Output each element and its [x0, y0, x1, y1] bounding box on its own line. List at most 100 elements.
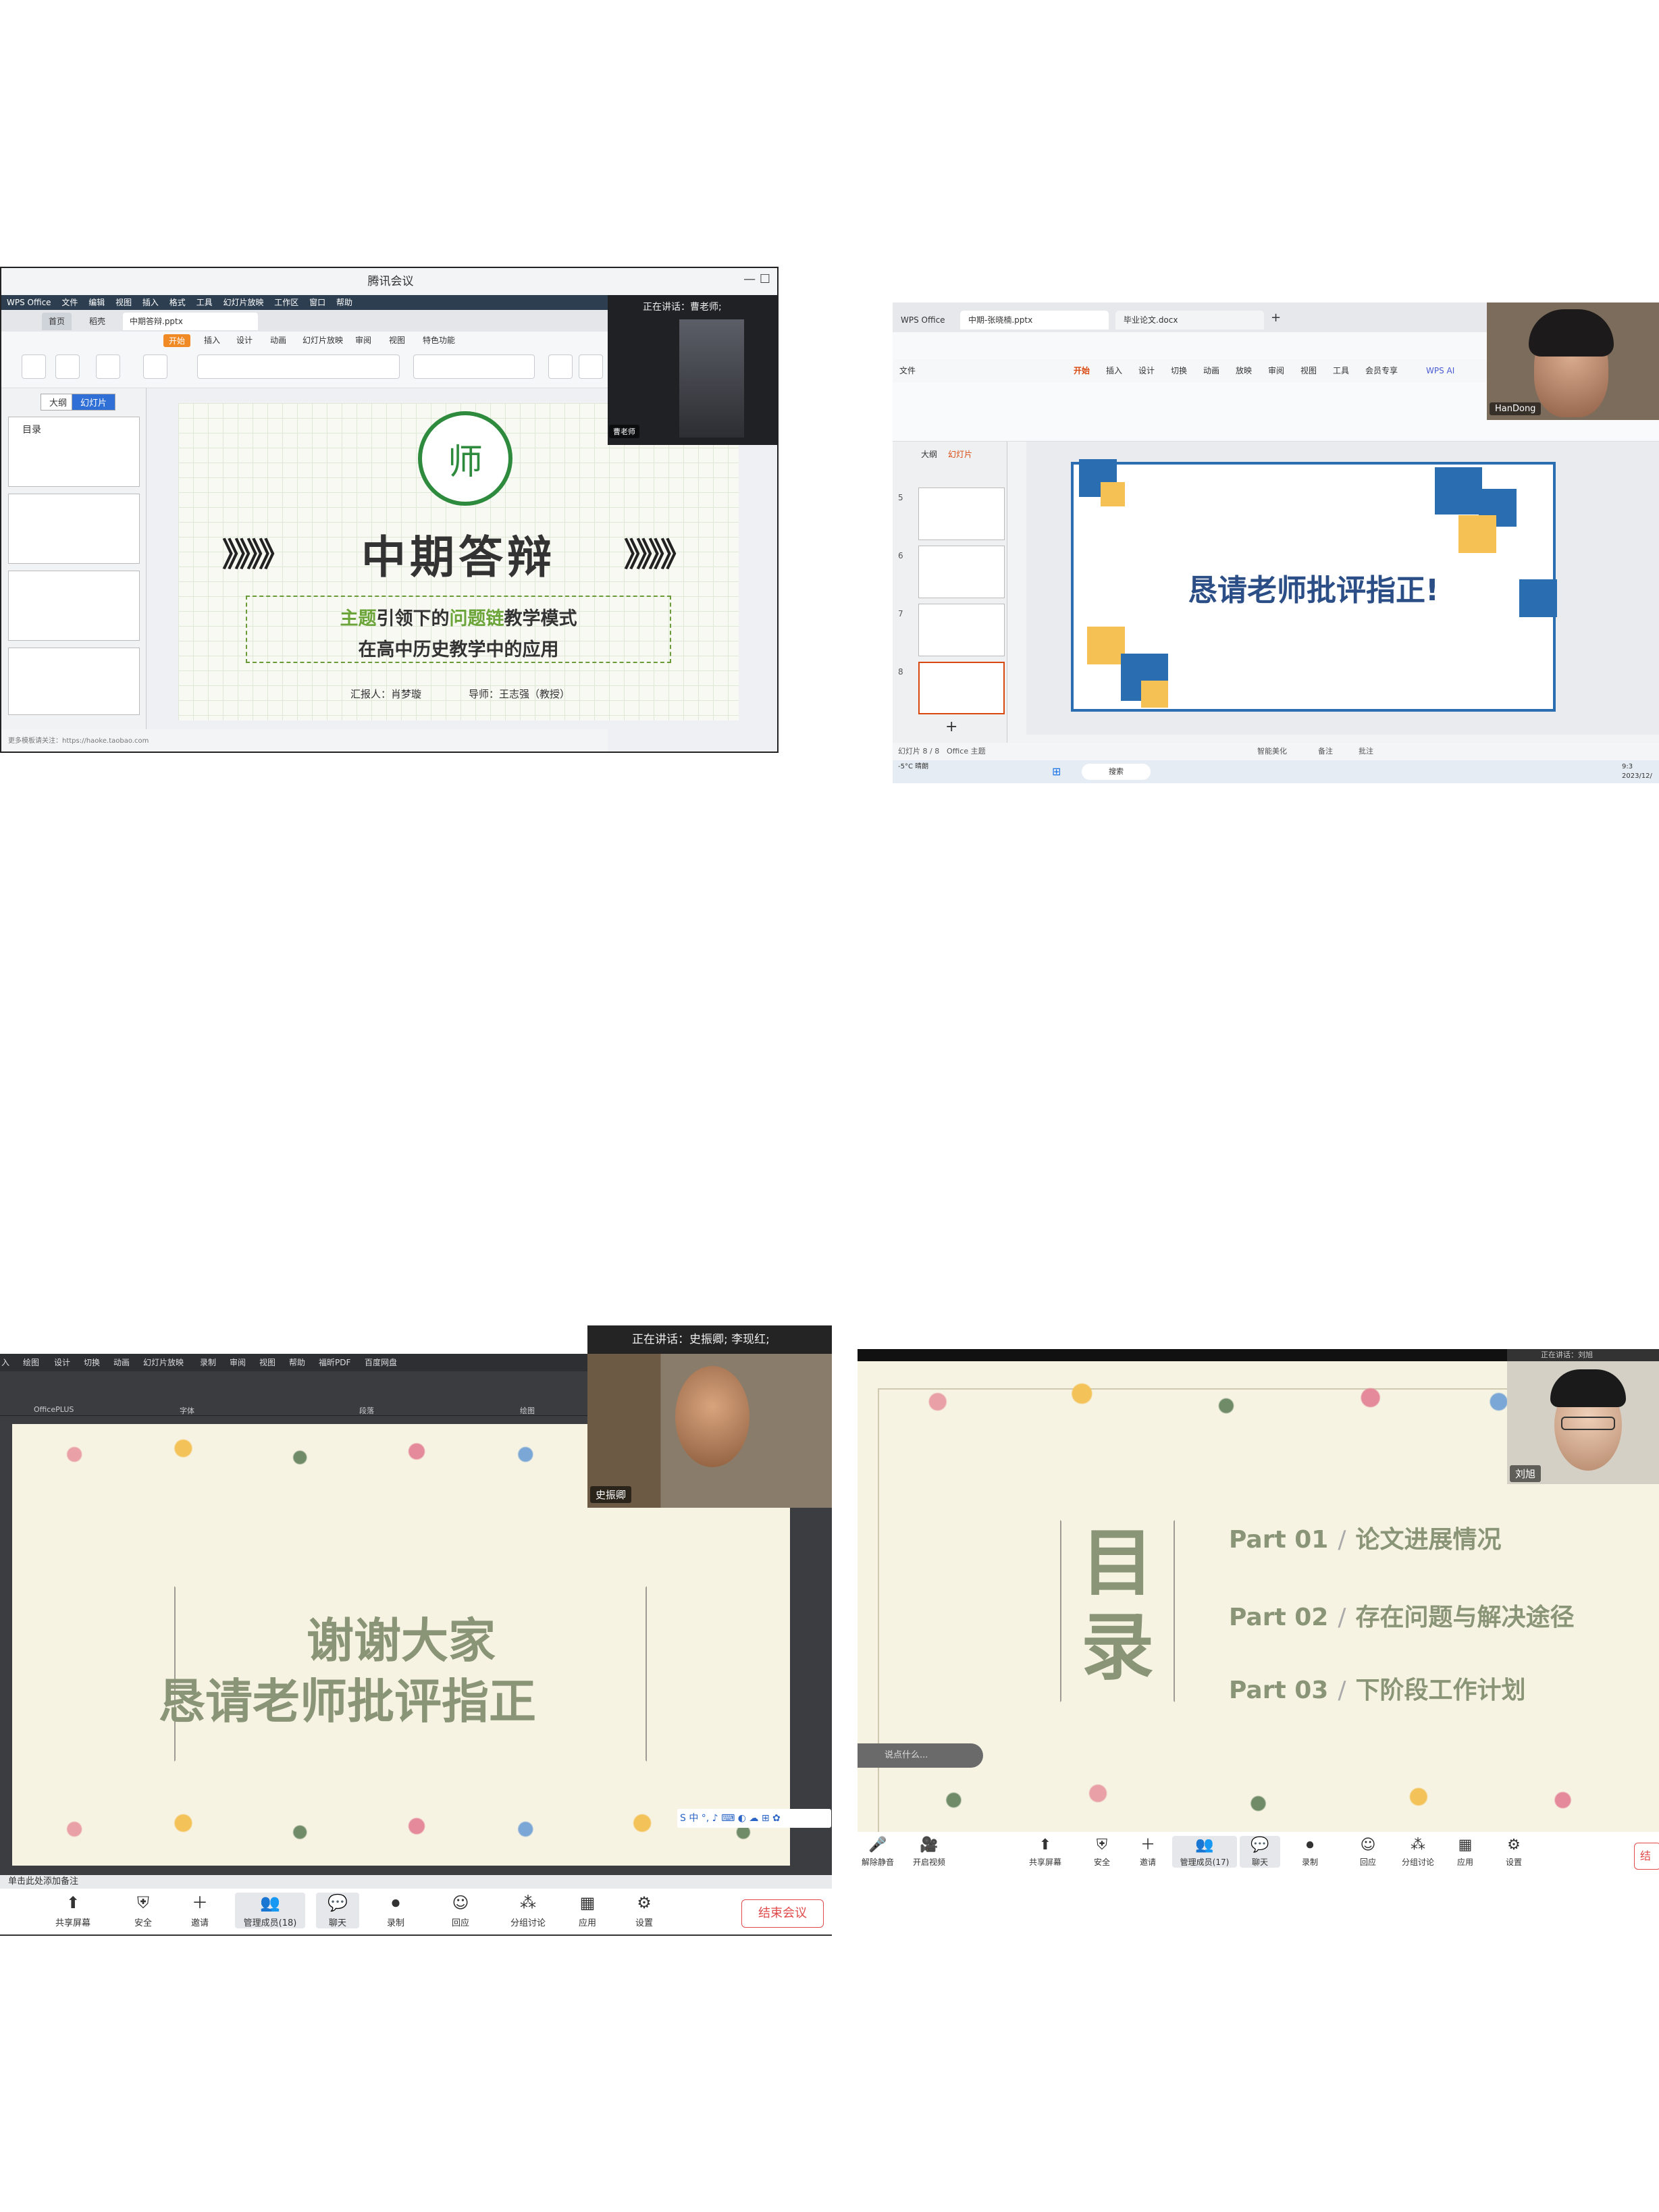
chat-button[interactable]: 💬 聊天	[1240, 1836, 1280, 1868]
font-controls[interactable]	[197, 354, 400, 379]
video-tile[interactable]: 正在讲话：刘旭 刘旭	[1507, 1349, 1659, 1484]
sidebar-tab-slides[interactable]: 幻灯片	[72, 394, 116, 411]
menu-item[interactable]: 工具	[1333, 359, 1349, 382]
window-controls[interactable]: — ☐	[743, 272, 770, 286]
menu-item[interactable]: 视图	[259, 1354, 275, 1371]
tab-document[interactable]: 中期答辩.pptx	[123, 313, 258, 330]
invite-button[interactable]: ＋ 邀请	[178, 1893, 221, 1928]
breakout-button[interactable]: ⁂ 分组讨论	[1398, 1836, 1438, 1868]
menu-item[interactable]: 绘图	[23, 1354, 39, 1371]
sidebar-tab-outline[interactable]: 大纲	[41, 394, 76, 411]
slide-canvas[interactable]: 师 》》》》 中期答辩 》》》》 主题引领下的问题链教学模式 在高中历史教学中的…	[178, 403, 739, 720]
video-tile[interactable]: 正在讲话：曹老师; 曹老师	[608, 295, 777, 445]
menu-item[interactable]: 幻灯片放映	[143, 1354, 184, 1371]
ribbon-tab-home[interactable]: 开始	[163, 334, 191, 347]
shape-icon[interactable]	[579, 354, 603, 379]
slide-canvas[interactable]: 恳请老师批评指正!	[1026, 442, 1659, 735]
menu-item[interactable]: 设计	[1138, 359, 1155, 382]
manage-members-button[interactable]: 👥 管理成员(18)	[235, 1893, 305, 1928]
apps-button[interactable]: ▦ 应用	[1445, 1836, 1485, 1868]
taskbar-search[interactable]: 搜索	[1082, 764, 1151, 780]
reaction-button[interactable]: ☺ 回应	[439, 1893, 482, 1928]
start-show-icon[interactable]	[96, 354, 120, 379]
tab-home[interactable]: 首页	[42, 313, 72, 330]
menu-item[interactable]: 窗口	[309, 298, 325, 307]
menu-item[interactable]: 入	[1, 1354, 9, 1371]
menu-item[interactable]: 会员专享	[1365, 359, 1398, 382]
menu-item[interactable]: 工具	[196, 298, 213, 307]
reaction-button[interactable]: ☺ 回应	[1348, 1836, 1388, 1868]
security-button[interactable]: ⛨ 安全	[122, 1893, 165, 1928]
notes-placeholder[interactable]: 单击此处添加备注	[0, 1875, 832, 1889]
ribbon-tab[interactable]: 插入	[204, 334, 220, 346]
menu-item[interactable]: 放映	[1236, 359, 1252, 382]
menu-item[interactable]: 格式	[169, 298, 186, 307]
breakout-button[interactable]: ⁂ 分组讨论	[506, 1893, 550, 1928]
menu-item[interactable]: 编辑	[88, 298, 105, 307]
menu-item[interactable]: 审阅	[230, 1354, 246, 1371]
ime-toolbar[interactable]: S 中 °, ♪ ⌨ ◐ ☁ ⊞ ✿	[677, 1809, 831, 1828]
ribbon-tab[interactable]: 动画	[270, 334, 286, 346]
add-slide-icon[interactable]: +	[945, 718, 957, 735]
menu-item[interactable]: 幻灯片放映	[223, 298, 263, 307]
invite-button[interactable]: ＋ 邀请	[1128, 1836, 1168, 1868]
settings-button[interactable]: ⚙ 设置	[623, 1893, 666, 1928]
menu-item[interactable]: 动画	[1203, 359, 1219, 382]
textbox-icon[interactable]	[548, 354, 573, 379]
format-painter-icon[interactable]	[55, 354, 80, 379]
menu-item[interactable]: WPS Office	[7, 298, 51, 307]
menu-item[interactable]: 动画	[113, 1354, 130, 1371]
tab-pptx[interactable]: 中期-张晓楠.pptx	[960, 311, 1109, 330]
menu-item[interactable]: 设计	[54, 1354, 70, 1371]
share-screen-button[interactable]: ⬆ 共享屏幕	[1025, 1836, 1065, 1868]
menu-item[interactable]: 帮助	[289, 1354, 305, 1371]
unmute-button[interactable]: 🎤 解除静音	[858, 1836, 898, 1868]
menu-item[interactable]: 视图	[1300, 359, 1317, 382]
beautify-button[interactable]: 智能美化	[1257, 743, 1287, 760]
chat-button[interactable]: 💬 聊天	[316, 1893, 359, 1928]
video-tile[interactable]: 正在讲话：史振卿; 李现红; 史振卿	[587, 1325, 832, 1508]
apps-button[interactable]: ▦ 应用	[566, 1893, 609, 1928]
slide-thumbnail[interactable]	[8, 648, 140, 715]
notes-button[interactable]: 备注	[1318, 743, 1333, 760]
manage-members-button[interactable]: 👥 管理成员(17)	[1172, 1836, 1237, 1868]
slide-thumbnail[interactable]	[918, 546, 1005, 598]
menu-item[interactable]: 插入	[142, 298, 159, 307]
slide-thumbnail[interactable]	[918, 488, 1005, 540]
ribbon-tab[interactable]: 设计	[236, 334, 253, 346]
menu-item[interactable]: 切换	[1171, 359, 1187, 382]
ribbon-tab[interactable]: 特色功能	[423, 334, 455, 346]
end-meeting-button[interactable]: 结	[1634, 1843, 1659, 1870]
comments-button[interactable]: 批注	[1359, 743, 1373, 760]
new-tab-icon[interactable]: +	[1271, 311, 1281, 325]
menu-item[interactable]: 录制	[200, 1354, 216, 1371]
menu-item[interactable]: 帮助	[336, 298, 352, 307]
video-tile[interactable]: HanDong	[1487, 302, 1659, 420]
security-button[interactable]: ⛨ 安全	[1082, 1836, 1122, 1868]
tab-wps-home[interactable]: WPS Office	[893, 311, 953, 330]
tab-docer[interactable]: 稻壳	[82, 313, 112, 330]
menu-item[interactable]: 文件	[61, 298, 78, 307]
record-button[interactable]: ⏺ 录制	[374, 1893, 417, 1928]
menu-item[interactable]: 切换	[84, 1354, 100, 1371]
menu-item[interactable]: 百度网盘	[365, 1354, 397, 1371]
chat-input-pill[interactable]: 说点什么...	[858, 1743, 983, 1768]
menu-item[interactable]: 文件	[899, 359, 916, 382]
start-video-button[interactable]: 🎥 开启视频	[909, 1836, 949, 1868]
menu-item[interactable]: 工作区	[274, 298, 298, 307]
slide-thumbnail-active[interactable]	[918, 662, 1005, 714]
tab-docx[interactable]: 毕业论文.docx	[1115, 311, 1264, 330]
record-button[interactable]: ⏺ 录制	[1290, 1836, 1330, 1868]
new-slide-icon[interactable]	[143, 354, 167, 379]
sidebar-tab-slides[interactable]: 幻灯片	[948, 448, 972, 460]
ribbon[interactable]: OfficePLUS 字体 段落 绘图	[0, 1371, 587, 1416]
cut-tool-icon[interactable]	[22, 354, 46, 379]
ribbon-tab[interactable]: 幻灯片放映	[302, 334, 343, 346]
paragraph-controls[interactable]	[413, 354, 535, 379]
menu-item-active[interactable]: 开始	[1074, 359, 1090, 382]
slide-thumbnail[interactable]	[8, 494, 140, 564]
slide-thumbnail[interactable]	[918, 604, 1005, 656]
settings-button[interactable]: ⚙ 设置	[1494, 1836, 1534, 1868]
ribbon-tab[interactable]: 视图	[389, 334, 405, 346]
windows-start-icon[interactable]: ⊞	[1052, 760, 1061, 783]
